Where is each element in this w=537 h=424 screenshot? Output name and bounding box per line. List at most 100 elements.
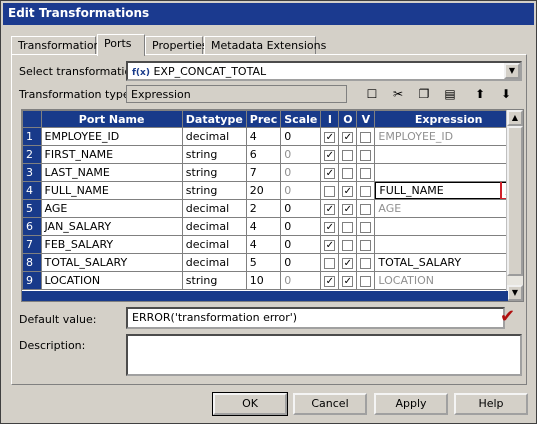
v-checkbox[interactable] — [360, 149, 372, 161]
i-checkbox[interactable]: ✓ — [324, 275, 336, 287]
datatype-cell[interactable]: decimal — [181, 253, 247, 272]
prec-cell[interactable]: 7 — [245, 163, 282, 182]
i-checkbox[interactable] — [324, 257, 336, 269]
paste-icon[interactable]: ▤ — [441, 86, 459, 102]
grid-horizontal-scrollbar[interactable] — [22, 291, 508, 301]
help-button[interactable]: Help — [454, 393, 528, 415]
o-checkbox[interactable]: ✓ — [342, 275, 354, 287]
expression-cell[interactable]: LOCATION — [374, 271, 523, 290]
col-scale[interactable]: Scale — [280, 110, 322, 128]
table-row[interactable]: 5 AGE decimal 2 0 ✓ ✓ AGE — [22, 199, 523, 218]
description-field[interactable] — [126, 334, 522, 376]
port-name-cell[interactable]: FIRST_NAME — [40, 145, 183, 164]
o-checkbox[interactable]: ✓ — [342, 257, 354, 269]
port-name-cell[interactable]: TOTAL_SALARY — [40, 253, 183, 272]
row-number[interactable]: 7 — [22, 235, 42, 254]
row-number[interactable]: 8 — [22, 253, 42, 272]
move-down-icon[interactable]: ⬇ — [497, 86, 515, 102]
table-row[interactable]: 1 EMPLOYEE_ID decimal 4 0 ✓ ✓ EMPLOYEE_ID — [22, 127, 523, 146]
row-number[interactable]: 2 — [22, 145, 42, 164]
grid-vertical-scrollbar[interactable]: ▲ ▼ — [506, 110, 523, 301]
datatype-cell[interactable]: string — [181, 181, 247, 200]
tab-transformation[interactable]: Transformation — [11, 36, 101, 55]
i-checkbox[interactable]: ✓ — [324, 149, 336, 161]
scroll-thumb[interactable] — [507, 126, 523, 276]
expression-cell[interactable]: FULL_NAME▼ — [374, 181, 523, 200]
prec-cell[interactable]: 20 — [245, 181, 282, 200]
cancel-button[interactable]: Cancel — [293, 393, 367, 415]
o-checkbox[interactable]: ✓ — [342, 203, 354, 215]
move-up-icon[interactable]: ⬆ — [471, 86, 489, 102]
datatype-cell[interactable]: decimal — [181, 199, 247, 218]
scale-cell[interactable]: 0 — [280, 271, 322, 290]
col-prec[interactable]: Prec — [245, 110, 282, 128]
table-row[interactable]: 8 TOTAL_SALARY decimal 5 0 ✓ TOTAL_SALARY — [22, 253, 523, 272]
datatype-cell[interactable]: string — [181, 145, 247, 164]
prec-cell[interactable]: 4 — [245, 235, 282, 254]
prec-cell[interactable]: 6 — [245, 145, 282, 164]
v-checkbox[interactable] — [360, 185, 372, 197]
expression-cell[interactable]: AGE — [374, 199, 523, 218]
validate-check-icon[interactable]: ✔ — [500, 306, 515, 327]
select-transformation-dropdown[interactable]: f(x) EXP_CONCAT_TOTAL ▼ — [126, 61, 522, 81]
scroll-down-icon[interactable]: ▼ — [507, 285, 523, 301]
prec-cell[interactable]: 10 — [245, 271, 282, 290]
expression-cell[interactable]: TOTAL_SALARY — [374, 253, 523, 272]
datatype-cell[interactable]: decimal — [181, 235, 247, 254]
scroll-up-icon[interactable]: ▲ — [507, 110, 523, 126]
v-checkbox[interactable] — [360, 239, 372, 251]
o-checkbox[interactable] — [342, 149, 354, 161]
col-datatype[interactable]: Datatype — [181, 110, 247, 128]
v-checkbox[interactable] — [360, 203, 372, 215]
v-checkbox[interactable] — [360, 257, 372, 269]
expression-cell[interactable] — [374, 217, 523, 236]
tab-properties[interactable]: Properties — [145, 36, 208, 55]
port-name-cell[interactable]: LOCATION — [40, 271, 183, 290]
datatype-cell[interactable]: decimal — [181, 217, 247, 236]
row-number[interactable]: 3 — [22, 163, 42, 182]
col-o[interactable]: O — [338, 110, 358, 128]
apply-button[interactable]: Apply — [374, 393, 448, 415]
scale-cell[interactable]: 0 — [280, 127, 322, 146]
scale-cell[interactable]: 0 — [280, 253, 322, 272]
col-i[interactable]: I — [320, 110, 340, 128]
scale-cell[interactable]: 0 — [280, 163, 322, 182]
default-value-field[interactable]: ERROR('transformation error') — [126, 307, 505, 329]
v-checkbox[interactable] — [360, 167, 372, 179]
port-name-cell[interactable]: EMPLOYEE_ID — [40, 127, 183, 146]
copy-icon[interactable]: ❐ — [415, 86, 433, 102]
ok-button[interactable]: OK — [212, 392, 288, 416]
scale-cell[interactable]: 0 — [280, 199, 322, 218]
port-name-cell[interactable]: AGE — [40, 199, 183, 218]
v-checkbox[interactable] — [360, 131, 372, 143]
scale-cell[interactable]: 0 — [280, 217, 322, 236]
row-number[interactable]: 9 — [22, 271, 42, 290]
table-row[interactable]: 3 LAST_NAME string 7 0 ✓ — [22, 163, 523, 182]
new-port-icon[interactable]: ☐ — [363, 86, 381, 102]
expression-cell[interactable]: EMPLOYEE_ID — [374, 127, 523, 146]
i-checkbox[interactable]: ✓ — [324, 203, 336, 215]
table-row[interactable]: 4FULL_NAMEstring200 ✓ FULL_NAME▼ — [22, 181, 523, 200]
scale-cell[interactable]: 0 — [280, 181, 322, 200]
table-row[interactable]: 9 LOCATION string 10 0 ✓ ✓ LOCATION — [22, 271, 523, 290]
port-name-cell[interactable]: JAN_SALARY — [40, 217, 183, 236]
table-row[interactable]: 2 FIRST_NAME string 6 0 ✓ — [22, 145, 523, 164]
scale-cell[interactable]: 0 — [280, 235, 322, 254]
cut-icon[interactable]: ✂ — [389, 86, 407, 102]
tab-metadata-extensions[interactable]: Metadata Extensions — [204, 36, 326, 55]
i-checkbox[interactable] — [324, 185, 336, 197]
o-checkbox[interactable]: ✓ — [342, 131, 354, 143]
expression-cell[interactable] — [374, 235, 523, 254]
i-checkbox[interactable]: ✓ — [324, 131, 336, 143]
port-name-cell[interactable]: FULL_NAME — [40, 181, 183, 200]
i-checkbox[interactable]: ✓ — [324, 221, 336, 233]
o-checkbox[interactable]: ✓ — [342, 185, 354, 197]
expression-cell[interactable] — [374, 145, 523, 164]
prec-cell[interactable]: 4 — [245, 217, 282, 236]
expression-cell[interactable] — [374, 163, 523, 182]
tab-ports[interactable]: Ports — [97, 34, 145, 56]
prec-cell[interactable]: 5 — [245, 253, 282, 272]
i-checkbox[interactable]: ✓ — [324, 239, 336, 251]
datatype-cell[interactable]: string — [181, 163, 247, 182]
table-row[interactable]: 7 FEB_SALARY decimal 4 0 ✓ — [22, 235, 523, 254]
